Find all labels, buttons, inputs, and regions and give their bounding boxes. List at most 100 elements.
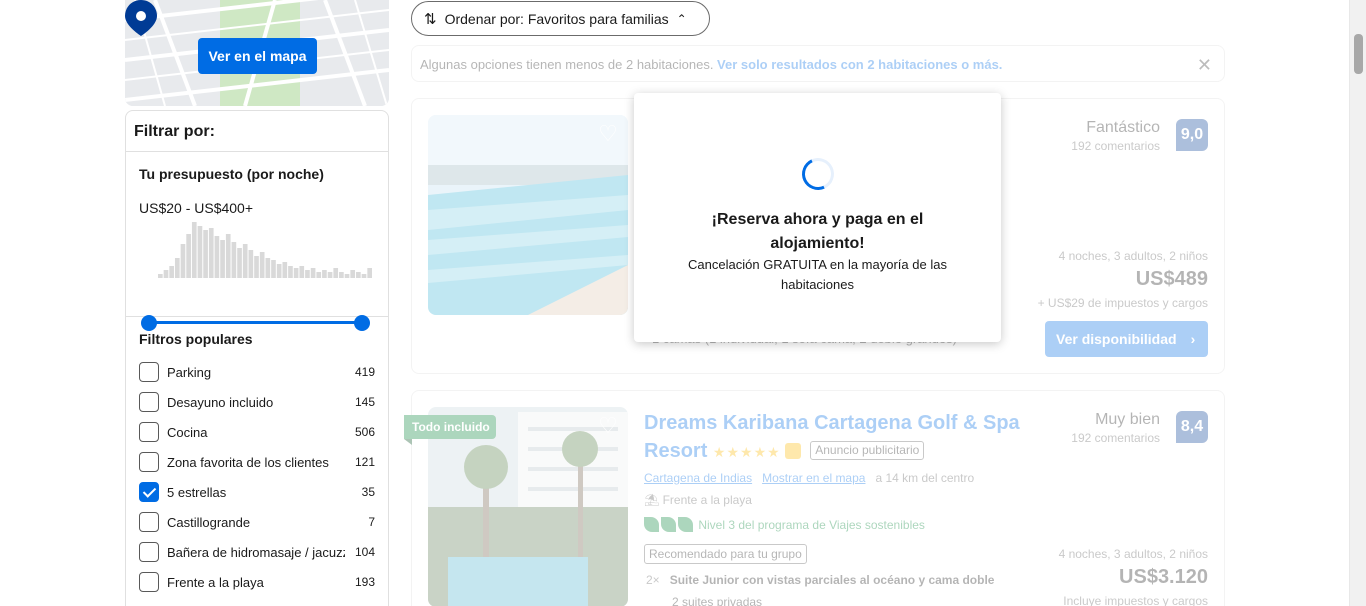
property-card-2: ♡ Todo incluido Dreams Karibana Cartagen… bbox=[404, 390, 1225, 606]
filter-row[interactable]: Bañera de hidromasaje / jacuzzi 104 bbox=[139, 537, 375, 567]
filter-checkbox[interactable] bbox=[139, 542, 159, 562]
histogram-bar bbox=[339, 272, 344, 278]
filter-row[interactable]: Desayuno incluido 145 bbox=[139, 387, 375, 417]
filter-row[interactable]: Castillogrande 7 bbox=[139, 507, 375, 537]
filter-count: 145 bbox=[354, 395, 375, 409]
histogram-bar bbox=[327, 272, 333, 278]
price-2: US$3.120 bbox=[1119, 566, 1208, 588]
histogram-bar bbox=[254, 256, 259, 278]
room-qty: 2× bbox=[646, 573, 660, 587]
filters-panel: Filtrar por: Tu presupuesto (por noche) … bbox=[125, 110, 389, 606]
filter-row[interactable]: Parking 419 bbox=[139, 357, 375, 387]
histogram-bar bbox=[208, 228, 214, 278]
histogram-bar bbox=[248, 250, 254, 278]
budget-title: Tu presupuesto (por noche) bbox=[139, 166, 324, 182]
filter-count: 104 bbox=[354, 545, 375, 559]
ad-tag: Anuncio publicitario bbox=[810, 441, 925, 460]
histogram-bar bbox=[237, 248, 242, 278]
city-link[interactable]: Cartagena de Indias bbox=[644, 471, 752, 485]
price-1: US$489 bbox=[1135, 268, 1208, 290]
histogram-bar bbox=[191, 222, 197, 278]
histogram-bar bbox=[271, 260, 276, 278]
filter-count: 7 bbox=[368, 515, 375, 529]
beach-icon: ⛱ bbox=[644, 493, 660, 507]
filter-label: Bañera de hidromasaje / jacuzzi bbox=[167, 544, 345, 560]
map-preview[interactable]: Ver en el mapa bbox=[125, 0, 389, 106]
close-icon[interactable]: ✕ bbox=[1197, 55, 1212, 76]
histogram-bar bbox=[293, 268, 299, 278]
budget-min-handle[interactable] bbox=[141, 315, 157, 331]
histogram-bar bbox=[361, 274, 367, 278]
taxes-1: + US$29 de impuestos y cargos bbox=[1037, 296, 1208, 310]
histogram-bar bbox=[356, 272, 361, 278]
room-name: Suite Junior con vistas parciales al océ… bbox=[669, 573, 995, 587]
filter-row[interactable]: Zona favorita de los clientes 121 bbox=[139, 447, 375, 477]
show-on-map-link[interactable]: Mostrar en el mapa bbox=[762, 471, 865, 485]
filter-row[interactable]: Frente a la playa 193 bbox=[139, 567, 375, 597]
histogram-bar bbox=[214, 236, 220, 278]
filter-label: 5 estrellas bbox=[167, 484, 227, 500]
beach-label: Frente a la playa bbox=[662, 493, 752, 507]
filter-label: Parking bbox=[167, 364, 212, 380]
filter-label: Frente a la playa bbox=[167, 574, 264, 590]
location-pin-icon bbox=[125, 0, 157, 36]
distance-text: a 14 km del centro bbox=[875, 471, 975, 485]
scrollbar-thumb[interactable] bbox=[1354, 34, 1363, 74]
histogram-bar bbox=[276, 264, 282, 278]
nights-info-2: 4 noches, 3 adultos, 2 niños bbox=[1058, 547, 1208, 561]
budget-slider-track[interactable] bbox=[142, 321, 363, 324]
room-line: 2× Suite Junior con vistas parciales al o… bbox=[646, 573, 994, 587]
hotel-title[interactable]: Dreams Karibana Cartagena Golf & Spa Res… bbox=[644, 409, 1044, 466]
histogram-bar bbox=[158, 274, 163, 278]
filter-checkbox[interactable] bbox=[139, 392, 159, 412]
price-block-2: 4 noches, 3 adultos, 2 niños US$3.120 In… bbox=[1059, 547, 1208, 606]
heart-icon[interactable]: ♡ bbox=[596, 415, 620, 439]
filter-row[interactable]: Cocina 506 bbox=[139, 417, 375, 447]
histogram-bar bbox=[333, 268, 339, 278]
filter-checkbox[interactable] bbox=[139, 512, 159, 532]
histogram-bar bbox=[310, 268, 316, 278]
histogram-bar bbox=[242, 244, 248, 278]
leaf-icon bbox=[661, 517, 676, 532]
popup-title: ¡Reserva ahora y paga en el alojamiento! bbox=[711, 211, 924, 252]
score-badge-2: 8,4 bbox=[1176, 411, 1208, 443]
histogram-bar bbox=[174, 258, 180, 278]
budget-range: US$20 - US$400+ bbox=[139, 200, 254, 216]
show-on-map-button[interactable]: Ver en el mapa bbox=[198, 38, 317, 74]
filter-checkbox[interactable] bbox=[139, 422, 159, 442]
all-inclusive-badge: Todo incluido bbox=[404, 415, 496, 445]
histogram-bar bbox=[231, 242, 237, 278]
filter-checkbox[interactable] bbox=[139, 452, 159, 472]
sort-arrows-icon: ⇅ bbox=[424, 10, 437, 28]
filter-count: 193 bbox=[354, 575, 375, 589]
property-photo-1[interactable]: ♡ bbox=[428, 115, 628, 315]
popular-filters-title: Filtros populares bbox=[139, 331, 253, 347]
sort-button[interactable]: ⇅ Ordenar por: Favoritos para familias ⌃ bbox=[411, 1, 710, 36]
histogram-bar bbox=[163, 270, 169, 278]
loading-spinner-icon bbox=[797, 153, 839, 195]
filter-row[interactable]: 5 estrellas 35 bbox=[139, 477, 375, 507]
page-scrollbar[interactable] bbox=[1349, 0, 1366, 606]
filter-checkbox[interactable] bbox=[139, 482, 159, 502]
histogram-bar bbox=[220, 240, 225, 278]
filter-count: 121 bbox=[354, 455, 375, 469]
rooms-notice: Algunas opciones tienen menos de 2 habit… bbox=[411, 45, 1225, 82]
taxes-2: Incluye impuestos y cargos bbox=[1063, 594, 1208, 606]
filter-checkbox[interactable] bbox=[139, 572, 159, 592]
filters-title: Filtrar por: bbox=[126, 111, 388, 152]
histogram-bar bbox=[299, 266, 305, 278]
filter-checkbox[interactable] bbox=[139, 362, 159, 382]
room-sub: 2 suites privadas bbox=[672, 595, 763, 606]
budget-max-handle[interactable] bbox=[354, 315, 370, 331]
filter-label: Desayuno incluido bbox=[167, 394, 274, 410]
price-block-1: 4 noches, 3 adultos, 2 niños US$489 + US… bbox=[1038, 249, 1208, 310]
notice-link[interactable]: Ver solo resultados con 2 habitaciones o… bbox=[717, 57, 1002, 72]
heart-icon[interactable]: ♡ bbox=[596, 123, 620, 147]
histogram-bar bbox=[265, 258, 271, 278]
score-word-2: Muy bien bbox=[1095, 411, 1160, 428]
histogram-bar bbox=[322, 270, 327, 278]
score-badge-1: 9,0 bbox=[1176, 119, 1208, 151]
filter-count: 419 bbox=[354, 365, 375, 379]
nights-info-1: 4 noches, 3 adultos, 2 niños bbox=[1058, 249, 1208, 263]
see-availability-button[interactable]: Ver disponibilidad › bbox=[1045, 321, 1208, 357]
